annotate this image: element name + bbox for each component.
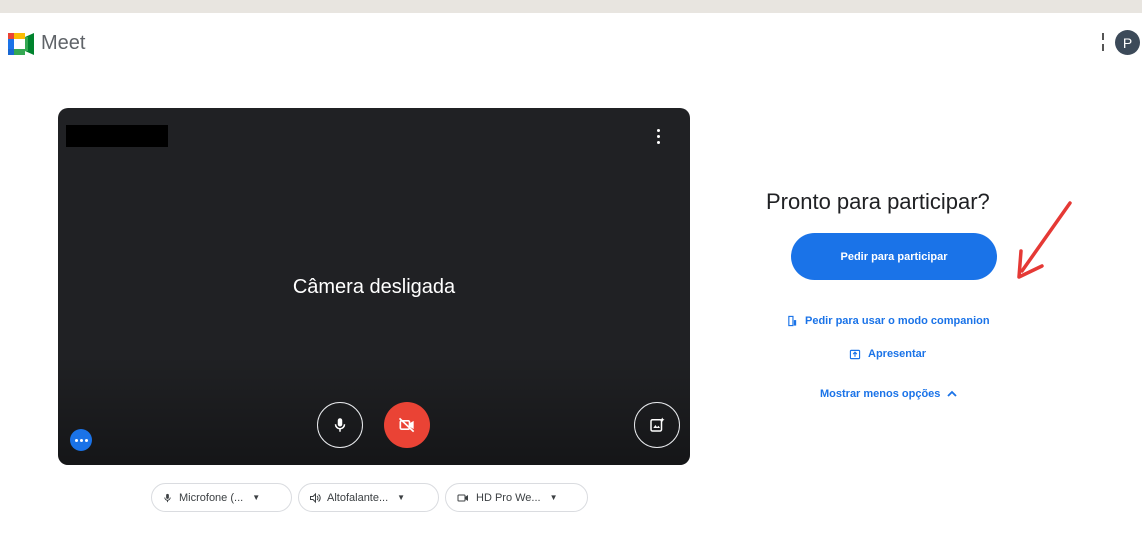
camera-select-value: HD Pro We...: [476, 491, 541, 504]
annotation-arrow: [1017, 201, 1072, 279]
camera-off-message: Câmera desligada: [292, 276, 456, 298]
video-camera-icon: [456, 492, 470, 504]
companion-icon: [788, 315, 797, 327]
video-preview: Câmera desligada: [58, 108, 690, 465]
microphone-select-value: Microfone (...: [179, 491, 244, 504]
present-link[interactable]: Apresentar: [849, 348, 926, 360]
redacted-name: [66, 125, 168, 147]
app-name: Meet: [41, 32, 86, 54]
microphone-icon: [162, 492, 173, 504]
chevron-down-icon: ▼: [549, 493, 558, 502]
microphone-icon: [334, 418, 346, 432]
show-fewer-options-label: Mostrar menos opções: [820, 388, 941, 400]
chevron-down-icon: ▼: [252, 493, 261, 502]
ready-title: Pronto para participar?: [766, 189, 990, 214]
meet-page: Meet P Câmera desligada Microfone (... ▼…: [0, 13, 1142, 541]
camera-select[interactable]: HD Pro We... ▼: [445, 483, 588, 512]
camera-toggle-button[interactable]: [384, 402, 430, 448]
more-actions-icon[interactable]: [70, 429, 92, 451]
visual-effects-icon: [650, 417, 665, 432]
ask-to-join-button[interactable]: Pedir para participar: [791, 233, 997, 280]
present-label: Apresentar: [868, 348, 927, 360]
chevron-down-icon: ▼: [397, 493, 406, 502]
present-icon: [849, 349, 861, 359]
more-options-icon[interactable]: [648, 126, 668, 148]
show-fewer-options-link[interactable]: Mostrar menos opções: [820, 388, 958, 400]
speaker-select-value: Altofalante...: [327, 491, 389, 504]
microphone-button[interactable]: [317, 402, 363, 448]
meet-logo-icon: [8, 33, 34, 55]
speaker-select[interactable]: Altofalante... ▼: [298, 483, 439, 512]
video-off-icon: [398, 417, 415, 433]
microphone-select[interactable]: Microfone (... ▼: [151, 483, 292, 512]
top-bar: Meet P: [0, 13, 1142, 73]
companion-mode-label: Pedir para usar o modo companion: [805, 315, 990, 327]
visual-effects-button[interactable]: [634, 402, 680, 448]
chevron-up-icon: [947, 390, 958, 397]
companion-mode-link[interactable]: Pedir para usar o modo companion: [787, 315, 990, 327]
speaker-icon: [309, 492, 321, 504]
avatar[interactable]: P: [1115, 30, 1140, 55]
account-info: [1100, 33, 1106, 53]
